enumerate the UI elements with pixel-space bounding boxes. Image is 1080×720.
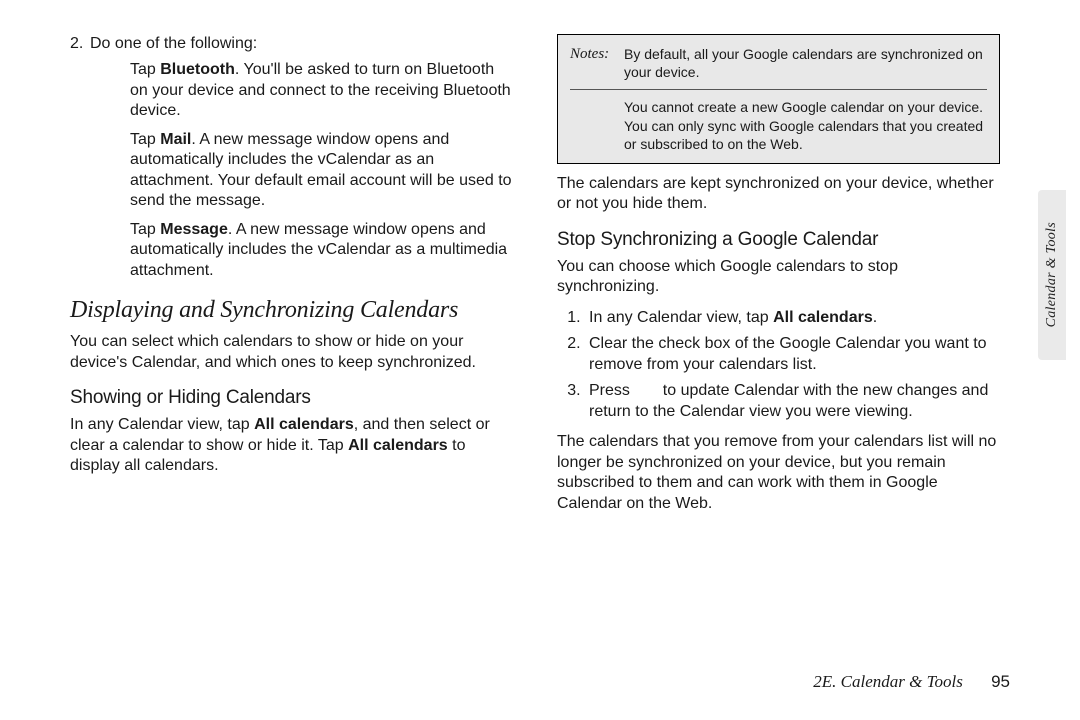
stopsync-step-3: Press to update Calendar with the new ch… [585,381,1000,422]
stopsync-step-1: In any Calendar view, tap All calendars. [585,308,1000,328]
stopsync-intro: You can choose which Google calendars to… [557,257,1000,298]
after-notes-body: The calendars are kept synchronized on y… [557,174,1000,215]
side-tab-label: Calendar & Tools [1044,222,1060,327]
notes-box: Notes: By default, all your Google calen… [557,34,1000,164]
option-message: Tap Message. A new message window opens … [70,220,513,281]
message-label: Message [160,221,228,238]
note-1: By default, all your Google calendars ar… [624,45,987,81]
subsection-heading-stopsync: Stop Synchronizing a Google Calendar [557,229,1000,251]
stopsync-step-2: Clear the check box of the Google Calend… [585,334,1000,375]
footer-page-number: 95 [991,672,1010,691]
bluetooth-label: Bluetooth [160,61,235,78]
left-column: 2.Do one of the following: Tap Bluetooth… [70,34,513,680]
notes-divider [570,89,987,90]
notes-label: Notes: [570,45,624,81]
subsection-heading-showhide: Showing or Hiding Calendars [70,387,513,409]
side-tab: Calendar & Tools [1038,190,1066,360]
stopsync-steps: In any Calendar view, tap All calendars.… [557,308,1000,422]
closing-body: The calendars that you remove from your … [557,432,1000,514]
option-mail: Tap Mail. A new message window opens and… [70,130,513,212]
option-bluetooth: Tap Bluetooth. You'll be asked to turn o… [70,60,513,121]
footer-section: 2E. Calendar & Tools [813,672,963,691]
manual-page: 2.Do one of the following: Tap Bluetooth… [0,0,1080,720]
step-2-intro: Do one of the following: [90,35,257,52]
section-body: You can select which calendars to show o… [70,332,513,373]
right-column: Notes: By default, all your Google calen… [557,34,1020,680]
note-2: You cannot create a new Google calendar … [570,98,987,153]
mail-label: Mail [160,131,191,148]
page-footer: 2E. Calendar & Tools 95 [0,672,1010,692]
showhide-body: In any Calendar view, tap All calendars,… [70,415,513,476]
step-2: 2.Do one of the following: [70,34,513,54]
section-heading-displaying: Displaying and Synchronizing Calendars [70,297,513,324]
